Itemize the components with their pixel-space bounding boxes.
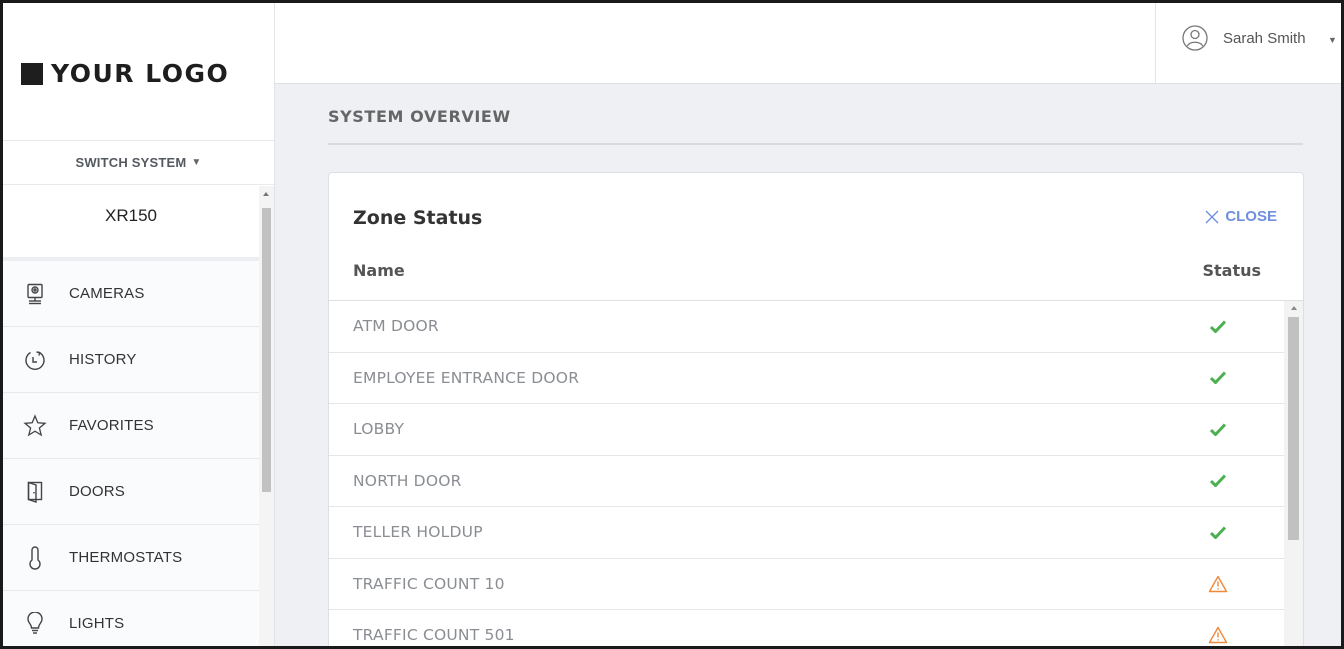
check-icon — [1208, 316, 1228, 336]
switch-system-label: SWITCH SYSTEM — [75, 155, 187, 170]
zone-name: TRAFFIC COUNT 501 — [353, 626, 515, 645]
zone-name: TELLER HOLDUP — [353, 523, 483, 542]
caret-down-icon: ▼ — [191, 157, 202, 168]
zone-name: ATM DOOR — [353, 317, 439, 336]
sidebar-item-cameras[interactable]: CAMERAS — [3, 261, 259, 327]
close-icon — [1204, 209, 1220, 225]
table-row[interactable]: ATM DOOR — [329, 301, 1285, 353]
page-title: SYSTEM OVERVIEW — [328, 107, 511, 126]
user-menu[interactable]: Sarah Smith ▼ — [1155, 3, 1341, 84]
sidebar-item-label: LIGHTS — [69, 615, 125, 632]
divider — [328, 143, 1303, 145]
sidebar-scroll-thumb[interactable] — [262, 208, 271, 492]
app-window: YOUR LOGO SWITCH SYSTEM ▼ XR150 CAMERAS … — [0, 0, 1344, 649]
history-icon — [23, 348, 47, 372]
user-name: Sarah Smith — [1223, 30, 1306, 47]
sidebar-scroll-area: XR150 CAMERAS HISTORY FAVORITES DOORS TH… — [3, 186, 274, 646]
table-row[interactable]: NORTH DOOR — [329, 456, 1285, 507]
zone-status-panel: Zone Status CLOSE Name Status ATM DOOR E… — [328, 172, 1304, 646]
zone-name: NORTH DOOR — [353, 471, 462, 490]
check-icon — [1208, 368, 1228, 388]
sidebar-item-label: THERMOSTATS — [69, 549, 183, 566]
top-bar: Sarah Smith ▼ — [275, 3, 1341, 84]
sidebar-item-label: FAVORITES — [69, 417, 154, 434]
table-row[interactable]: LOBBY — [329, 404, 1285, 456]
zone-list-scroll-thumb[interactable] — [1288, 317, 1299, 540]
sidebar-item-label: CAMERAS — [69, 285, 145, 302]
warning-icon — [1208, 625, 1228, 645]
check-icon — [1208, 471, 1228, 491]
star-icon — [23, 413, 47, 438]
main-content: SYSTEM OVERVIEW Zone Status CLOSE Name S… — [275, 85, 1341, 646]
sidebar-item-lights[interactable]: LIGHTS — [3, 591, 259, 646]
panel-title: Zone Status — [353, 207, 483, 229]
table-row[interactable]: TRAFFIC COUNT 10 — [329, 559, 1285, 610]
lightbulb-icon — [23, 611, 47, 636]
sidebar-nav: CAMERAS HISTORY FAVORITES DOORS THERMOST… — [3, 261, 259, 646]
close-button[interactable]: CLOSE — [1204, 208, 1277, 225]
sidebar-item-thermostats[interactable]: THERMOSTATS — [3, 525, 259, 591]
switch-system-button[interactable]: SWITCH SYSTEM ▼ — [3, 141, 274, 185]
scroll-up-arrow-icon[interactable] — [263, 192, 269, 196]
sidebar: YOUR LOGO SWITCH SYSTEM ▼ XR150 CAMERAS … — [3, 3, 275, 646]
check-icon — [1208, 419, 1228, 439]
sidebar-item-doors[interactable]: DOORS — [3, 459, 259, 525]
logo-square-icon — [21, 62, 43, 85]
caret-down-icon: ▼ — [1328, 35, 1337, 45]
user-avatar-icon — [1182, 25, 1208, 51]
warning-icon — [1208, 574, 1228, 594]
logo-text: YOUR LOGO — [51, 59, 230, 88]
logo[interactable]: YOUR LOGO — [21, 59, 229, 88]
sidebar-scrollbar[interactable] — [259, 186, 274, 646]
sidebar-item-label: HISTORY — [69, 351, 137, 368]
door-icon — [23, 480, 47, 504]
current-system-name: XR150 — [3, 186, 259, 261]
sidebar-item-history[interactable]: HISTORY — [3, 327, 259, 393]
table-row[interactable]: TRAFFIC COUNT 501 — [329, 610, 1285, 646]
zone-name: EMPLOYEE ENTRANCE DOOR — [353, 368, 580, 387]
column-header-status: Status — [1202, 261, 1261, 280]
sidebar-item-label: DOORS — [69, 483, 126, 500]
scroll-up-arrow-icon[interactable] — [1291, 306, 1297, 310]
column-header-name: Name — [353, 261, 405, 280]
camera-icon — [23, 282, 47, 306]
table-row[interactable]: EMPLOYEE ENTRANCE DOOR — [329, 353, 1285, 404]
zone-list: ATM DOOR EMPLOYEE ENTRANCE DOOR LOBBY NO… — [329, 301, 1285, 646]
zone-list-scrollbar[interactable] — [1284, 301, 1303, 646]
check-icon — [1208, 522, 1228, 542]
table-row[interactable]: TELLER HOLDUP — [329, 507, 1285, 559]
zone-name: TRAFFIC COUNT 10 — [353, 574, 505, 593]
logo-area: YOUR LOGO — [3, 3, 274, 141]
sidebar-item-favorites[interactable]: FAVORITES — [3, 393, 259, 459]
thermometer-icon — [23, 545, 47, 570]
zone-name: LOBBY — [353, 420, 405, 439]
close-label: CLOSE — [1225, 208, 1277, 225]
